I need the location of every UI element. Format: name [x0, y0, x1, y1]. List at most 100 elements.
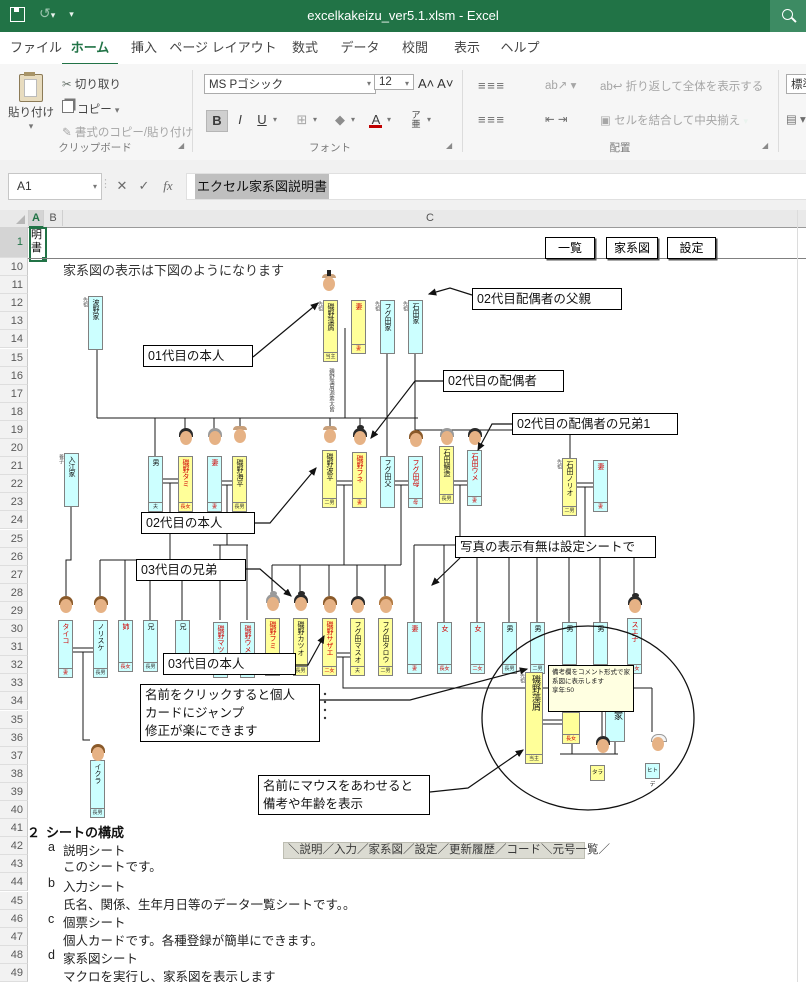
person-name[interactable]: 入江家	[65, 456, 78, 477]
person-name[interactable]: 磯野フミ	[266, 621, 279, 649]
relation-tag: 二男	[379, 666, 392, 675]
person-name[interactable]: フグ田母	[409, 459, 422, 487]
person-box[interactable]: 石田家先祖	[408, 300, 423, 354]
person-name[interactable]: ヒトデ	[646, 764, 659, 792]
person-box[interactable]: イクラ長男	[90, 760, 105, 818]
person-name[interactable]: 磯野マツ	[214, 625, 227, 653]
person-name[interactable]: 妻	[594, 463, 607, 470]
person-box[interactable]: 磯野藻屑当主先祖	[323, 300, 338, 362]
person-name[interactable]: フグ田タロウ	[379, 621, 392, 663]
person-box[interactable]: 入江家養子	[64, 453, 79, 507]
side-label: 先祖	[555, 459, 562, 469]
person-name[interactable]: 波野家	[89, 299, 102, 320]
callout-label: 03代目の本人	[163, 653, 296, 675]
person-name[interactable]: 兄	[144, 623, 157, 630]
person-box[interactable]: 男二男	[530, 622, 545, 674]
person-box[interactable]: 磯野タミ長女	[178, 456, 193, 512]
person-name[interactable]: 男	[531, 625, 544, 632]
person-box[interactable]: 女長女	[437, 622, 452, 674]
face-icon	[90, 744, 106, 763]
relation-tag: 当主	[324, 352, 337, 361]
callout-label: 02代目の配偶者	[443, 370, 564, 392]
person-name[interactable]: イクラ	[91, 763, 104, 784]
person-box[interactable]: 女二女	[470, 622, 485, 674]
face-icon	[207, 428, 223, 447]
person-name[interactable]: フグ田家	[381, 303, 394, 331]
person-box[interactable]: 石田ウメ妻	[467, 450, 482, 506]
person-box[interactable]: 妻妻	[207, 456, 222, 512]
person-name[interactable]: 磯野タミ	[179, 459, 192, 487]
person-name[interactable]: 男	[503, 625, 516, 632]
excel-window: ↺▾ ▾ excelkakeizu_ver5.1.xlsm - Excel ファ…	[0, 0, 806, 982]
person-name[interactable]: 磯野カツオ	[294, 621, 307, 656]
person-name[interactable]: 石田ノリオ	[563, 461, 576, 496]
person-name[interactable]: 石田ウメ	[468, 453, 481, 481]
person-name[interactable]: フグ田マスオ	[351, 621, 364, 663]
person-name[interactable]: 兄	[176, 623, 189, 630]
person-name[interactable]: 磯野藻屑	[324, 303, 337, 331]
person-box[interactable]: タラ	[590, 765, 605, 781]
person-box[interactable]: フグ田タロウ二男	[378, 618, 393, 676]
person-name[interactable]: 家	[606, 711, 624, 720]
person-box[interactable]: 妻妻	[351, 300, 366, 354]
person-name[interactable]: 男	[594, 625, 607, 632]
person-box[interactable]: 波野家先祖	[88, 296, 103, 350]
person-box[interactable]: 石田鯛造長男	[439, 446, 454, 504]
person-name[interactable]: タラ	[591, 766, 604, 780]
person-box[interactable]: 姉長女	[118, 620, 133, 672]
person-name[interactable]: タイコ	[59, 623, 72, 644]
person-box[interactable]: タイコ妻	[58, 620, 73, 678]
relation-tag: 長女	[179, 502, 192, 511]
person-name[interactable]: 男	[149, 459, 162, 466]
outline-item-desc: マクロを実行し、家系図を表示します	[63, 966, 276, 982]
relation-tag: 二男	[563, 506, 576, 515]
relation-tag: 妻	[468, 496, 481, 505]
person-box[interactable]: フグ田家先祖	[380, 300, 395, 354]
relation-tag: 長男	[440, 494, 453, 503]
person-box[interactable]: 男長男	[502, 622, 517, 674]
person-name[interactable]: 磯野海平	[233, 459, 246, 487]
person-box[interactable]: 磯野波平二男	[322, 450, 337, 508]
person-name[interactable]: 女	[471, 625, 484, 632]
face-icon	[293, 594, 309, 613]
face-icon	[265, 594, 281, 613]
person-box[interactable]: フグ田マスオ夫	[350, 618, 365, 676]
person-box[interactable]: 長女	[562, 712, 580, 744]
person-name[interactable]: 石田家	[409, 303, 422, 324]
person-box[interactable]: ノリスケ長男	[93, 620, 108, 678]
person-name[interactable]: フグ田父	[381, 459, 394, 487]
person-name[interactable]: スエ子	[628, 621, 641, 642]
person-name[interactable]: 妻	[208, 459, 221, 466]
person-name[interactable]: 男	[563, 625, 576, 632]
person-name[interactable]: 磯野藻屑	[526, 675, 542, 711]
person-name[interactable]: 妻	[408, 625, 421, 632]
person-box[interactable]: 磯野フネ妻	[352, 452, 367, 508]
person-name[interactable]: 姉	[119, 623, 132, 630]
relation-tag: 二男	[323, 498, 336, 507]
person-box[interactable]: フグ田母母	[408, 456, 423, 508]
person-box[interactable]: 磯野海平長男	[232, 456, 247, 512]
person-name[interactable]: 磯野フネ	[353, 455, 366, 483]
person-box[interactable]: 男夫	[148, 456, 163, 512]
person-name[interactable]: ノリスケ	[94, 623, 107, 651]
callout-label: 名前にマウスをあわせると 備考や年齢を表示	[258, 775, 430, 815]
person-name[interactable]: 女	[438, 625, 451, 632]
person-box[interactable]: 石田ノリオ二男先祖	[562, 458, 577, 516]
person-box[interactable]: フグ田父	[380, 456, 395, 508]
callout-label: 01代目の本人	[143, 345, 253, 367]
person-name[interactable]: 磯野ウメ	[241, 625, 254, 653]
face-icon	[321, 274, 337, 293]
person-box[interactable]: ヒトデ	[645, 763, 660, 779]
person-name[interactable]: 妻	[352, 303, 365, 310]
person-box[interactable]: 磯野藻屑当主先祖	[525, 672, 543, 764]
person-box[interactable]: 兄長男	[143, 620, 158, 672]
person-box[interactable]: 妻妻	[407, 622, 422, 674]
person-name[interactable]: 磯野波平	[323, 453, 336, 481]
person-name[interactable]: 磯野サザエ	[323, 621, 336, 656]
person-box[interactable]: 磯野サザエ二女	[322, 618, 337, 676]
face-icon	[650, 734, 666, 753]
person-name[interactable]: 石田鯛造	[440, 449, 453, 477]
person-box[interactable]: 妻妻	[593, 460, 608, 512]
relation-tag: 二女	[471, 664, 484, 673]
face-icon	[322, 596, 338, 615]
